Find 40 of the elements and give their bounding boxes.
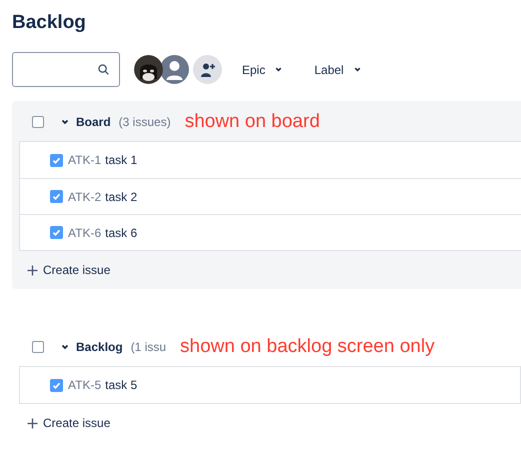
plus-icon — [27, 418, 38, 428]
chevron-icon — [274, 65, 284, 74]
issue-row[interactable]: ATK-1 task 1 — [20, 142, 521, 178]
chevron-icon[interactable] — [60, 117, 70, 127]
add-person-icon — [200, 62, 216, 78]
checkbox[interactable] — [50, 154, 63, 166]
filter-dropdown[interactable]: Label — [314, 60, 362, 78]
filter-dropdown[interactable]: Epic — [242, 60, 284, 78]
chevron-icon[interactable] — [60, 342, 70, 352]
issue-key[interactable]: ATK-6 — [68, 224, 102, 242]
issue-row[interactable]: ATK-6 task 6 — [20, 214, 521, 250]
create-issue-button[interactable]: Create issue — [27, 414, 110, 432]
create-issue-button[interactable]: Create issue — [27, 261, 110, 279]
plus-icon — [27, 264, 38, 276]
checkbox[interactable] — [50, 226, 63, 239]
issue-summary: task 6 — [105, 224, 138, 242]
checkbox[interactable] — [50, 190, 63, 203]
issue-row[interactable]: ATK-5 task 5 — [20, 367, 520, 403]
issue-count: (3 issues) — [118, 114, 171, 131]
checkbox[interactable] — [50, 378, 63, 392]
page-title: Backlog — [12, 11, 87, 35]
issue-row[interactable]: ATK-2 task 2 — [20, 178, 521, 214]
issue-summary: task 1 — [105, 152, 138, 169]
issue-count: (1 issu — [130, 339, 166, 356]
search-field[interactable] — [12, 52, 120, 87]
checkbox[interactable] — [32, 116, 44, 128]
issue-key[interactable]: ATK-5 — [68, 376, 102, 394]
section-name: Backlog — [76, 339, 123, 356]
checkbox[interactable] — [32, 341, 44, 353]
annotation: shown on backlog screen only — [180, 334, 435, 359]
search-icon — [98, 64, 109, 75]
user-avatar-icon[interactable] — [160, 55, 189, 84]
issue-key[interactable]: ATK-1 — [68, 151, 102, 169]
chevron-icon — [352, 65, 362, 74]
annotation: shown on board — [184, 110, 320, 134]
add-person-button[interactable] — [193, 55, 222, 84]
issue-summary: task 2 — [105, 188, 138, 206]
issue-summary: task 5 — [105, 377, 138, 394]
issue-key[interactable]: ATK-2 — [68, 188, 102, 206]
section-name: Board — [76, 114, 111, 131]
